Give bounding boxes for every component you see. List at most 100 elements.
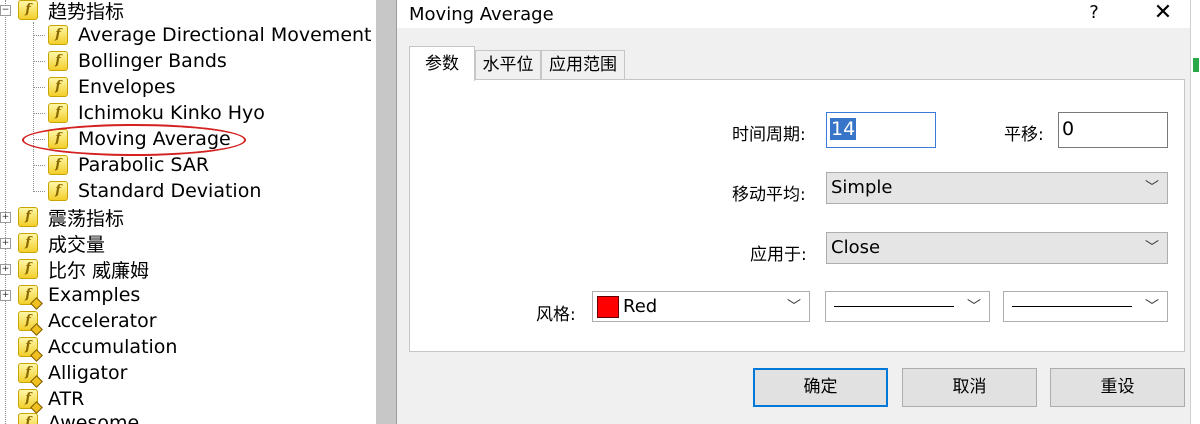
period-label: 时间周期:: [732, 125, 806, 145]
chevron-down-icon: ﹀: [967, 299, 981, 315]
color-select[interactable]: Red ﹀: [592, 291, 810, 322]
shift-value: 0: [1062, 118, 1075, 140]
line-width-select[interactable]: ﹀: [1003, 291, 1168, 322]
color-value: Red: [623, 296, 658, 317]
custom-function-icon: f: [18, 389, 43, 414]
function-icon: f: [48, 181, 68, 201]
function-icon: f: [48, 77, 68, 97]
custom-function-icon: f: [18, 413, 38, 424]
tree-item-std-dev[interactable]: f Standard Deviation: [48, 178, 261, 204]
ma-method-value: Simple: [831, 177, 893, 198]
tree-group-bill-williams[interactable]: + f 比尔 威廉姆: [0, 256, 149, 282]
expand-icon[interactable]: +: [0, 290, 11, 301]
apply-to-label: 应用于:: [750, 245, 807, 265]
ok-button[interactable]: 确定: [753, 368, 888, 407]
function-icon: f: [48, 129, 68, 149]
period-value: 14: [830, 118, 857, 140]
tree-connector: [33, 139, 45, 140]
tree-group-label: Examples: [48, 284, 141, 306]
tree-item-label: Moving Average: [78, 128, 231, 150]
function-icon: f: [18, 207, 38, 227]
tree-item-moving-average[interactable]: f Moving Average: [48, 126, 231, 152]
line-width-sample: [1012, 306, 1132, 307]
dialog-title: Moving Average: [409, 4, 554, 25]
tree-group-examples[interactable]: + f Examples: [0, 282, 141, 310]
shift-input[interactable]: 0: [1058, 112, 1168, 148]
function-icon: f: [48, 155, 68, 175]
window-gap: [376, 0, 396, 424]
tree-item-atr[interactable]: f ATR: [18, 386, 85, 414]
tree-item-alligator[interactable]: f Alligator: [18, 360, 128, 388]
ma-method-label: 移动平均:: [732, 185, 806, 205]
tree-group-label: 震荡指标: [48, 207, 125, 230]
function-icon: f: [48, 25, 68, 45]
tree-group-volumes[interactable]: + f 成交量: [0, 230, 105, 256]
tree-item-accelerator[interactable]: f Accelerator: [18, 308, 157, 336]
tree-group-oscillators[interactable]: + f 震荡指标: [0, 204, 124, 230]
tree-item-label: Accumulation: [48, 336, 178, 358]
function-icon: f: [18, 259, 38, 279]
cancel-button[interactable]: 取消: [902, 368, 1037, 407]
line-style-select[interactable]: ﹀: [825, 291, 990, 322]
title-bar[interactable]: Moving Average ? ✕: [397, 0, 1191, 28]
custom-function-icon: f: [18, 311, 43, 336]
tree-item-ichimoku[interactable]: f Ichimoku Kinko Hyo: [48, 100, 265, 126]
tree-item-envelopes[interactable]: f Envelopes: [48, 74, 176, 100]
apply-to-value: Close: [831, 237, 881, 258]
navigator-tree: − f 趋势指标 f Average Directional Movement …: [0, 0, 376, 424]
tree-item-adx[interactable]: f Average Directional Movement Index: [48, 22, 376, 48]
tab-parameters[interactable]: 参数: [409, 46, 475, 81]
tab-visualization[interactable]: 应用范围: [541, 50, 625, 79]
custom-function-icon: f: [18, 363, 43, 388]
tree-connector: [33, 165, 45, 166]
period-input[interactable]: 14: [826, 112, 936, 148]
tab-levels[interactable]: 水平位: [475, 50, 541, 79]
collapse-icon[interactable]: −: [0, 5, 11, 16]
custom-function-icon: f: [18, 337, 43, 362]
tree-group-trend[interactable]: − f 趋势指标: [0, 0, 124, 23]
apply-to-select[interactable]: Close ﹀: [826, 232, 1168, 264]
expand-icon[interactable]: +: [0, 212, 11, 223]
tree-connector: [33, 113, 45, 114]
chevron-down-icon: ﹀: [787, 299, 801, 315]
tree-item-label: Envelopes: [78, 76, 176, 98]
tree-item-label: Ichimoku Kinko Hyo: [78, 102, 265, 124]
chevron-down-icon: ﹀: [1145, 240, 1159, 256]
tree-item-bollinger[interactable]: f Bollinger Bands: [48, 48, 227, 74]
tree-connector: [33, 61, 45, 62]
tree-item-label: Standard Deviation: [78, 180, 262, 202]
tree-item-label: ATR: [48, 388, 85, 410]
custom-function-icon: f: [18, 285, 43, 310]
close-button[interactable]: ✕: [1151, 0, 1175, 25]
function-icon: f: [48, 103, 68, 123]
ma-method-select[interactable]: Simple ﹀: [826, 172, 1168, 204]
tree-item-label: Bollinger Bands: [78, 50, 227, 72]
background-window-edge: [1190, 0, 1200, 424]
tree-item-label: Accelerator: [48, 310, 157, 332]
tree-connector: [33, 22, 34, 192]
green-marker: [1193, 58, 1199, 72]
reset-button[interactable]: 重设: [1050, 368, 1185, 407]
chevron-down-icon: ﹀: [1145, 299, 1159, 315]
tree-group-label: 趋势指标: [48, 0, 125, 23]
color-swatch: [597, 296, 619, 318]
function-icon: f: [48, 51, 68, 71]
function-icon: f: [18, 0, 38, 20]
tree-item-parabolic-sar[interactable]: f Parabolic SAR: [48, 152, 209, 178]
chevron-down-icon: ﹀: [1145, 180, 1159, 196]
tree-group-label: 比尔 威廉姆: [48, 259, 150, 282]
tree-item-label: Alligator: [48, 362, 128, 384]
tree-item-label: Average Directional Movement Index: [78, 24, 376, 46]
function-icon: f: [18, 233, 38, 253]
tree-item-awesome[interactable]: f Awesome: [18, 410, 139, 424]
shift-label: 平移:: [1004, 125, 1044, 145]
tree-item-accumulation[interactable]: f Accumulation: [18, 334, 178, 362]
expand-icon[interactable]: +: [0, 238, 11, 249]
tree-group-label: 成交量: [48, 233, 106, 256]
tree-connector: [33, 191, 45, 192]
expand-icon[interactable]: +: [0, 264, 11, 275]
tree-item-label: Parabolic SAR: [78, 154, 210, 176]
help-button[interactable]: ?: [1083, 2, 1105, 23]
tree-connector: [33, 87, 45, 88]
tree-item-label: Awesome: [48, 412, 140, 424]
